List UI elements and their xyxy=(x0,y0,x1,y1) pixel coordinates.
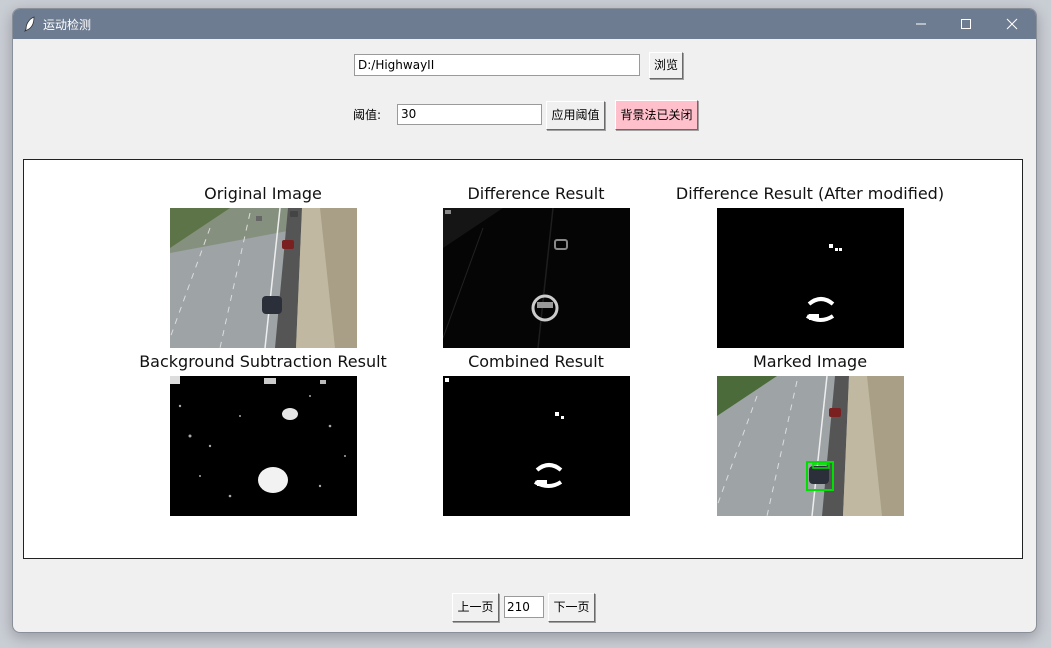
results-panel: Original Image Difference Result Differe… xyxy=(23,159,1023,559)
browse-button[interactable]: 浏览 xyxy=(649,52,683,79)
threshold-label: 阈值: xyxy=(353,108,382,122)
threshold-input[interactable]: 30 xyxy=(397,104,542,125)
combined-image xyxy=(443,376,630,516)
minimize-button[interactable] xyxy=(898,9,944,39)
maximize-button[interactable] xyxy=(943,9,989,39)
difference-modified-title: Difference Result (After modified) xyxy=(675,184,945,203)
prev-page-button[interactable]: 上一页 xyxy=(452,593,499,622)
combined-title: Combined Result xyxy=(468,352,604,371)
background-toggle-button[interactable]: 背景法已关闭 xyxy=(615,100,698,130)
next-page-button[interactable]: 下一页 xyxy=(548,593,595,622)
close-button[interactable] xyxy=(989,9,1035,39)
title-bar: 运动检测 xyxy=(13,9,1036,39)
maximize-icon xyxy=(961,19,971,29)
background-subtraction-title: Background Subtraction Result xyxy=(139,352,387,371)
close-icon xyxy=(1006,18,1018,30)
window-title: 运动检测 xyxy=(43,18,92,32)
difference-modified-image xyxy=(717,208,904,348)
apply-threshold-button[interactable]: 应用阈值 xyxy=(546,101,605,130)
difference-title: Difference Result xyxy=(467,184,605,203)
minimize-icon xyxy=(916,23,926,25)
original-image xyxy=(170,208,357,348)
app-window: 运动检测 D:/HighwayII 浏览 阈值: 30 应用阈值 背景法已关闭 … xyxy=(12,8,1037,633)
path-input[interactable]: D:/HighwayII xyxy=(354,54,640,76)
feather-icon xyxy=(23,16,37,32)
background-subtraction-image xyxy=(170,376,357,516)
original-title: Original Image xyxy=(204,184,322,203)
difference-image xyxy=(443,208,630,348)
page-number-input[interactable]: 210 xyxy=(504,596,544,618)
marked-title: Marked Image xyxy=(752,352,868,371)
marked-image xyxy=(717,376,904,516)
